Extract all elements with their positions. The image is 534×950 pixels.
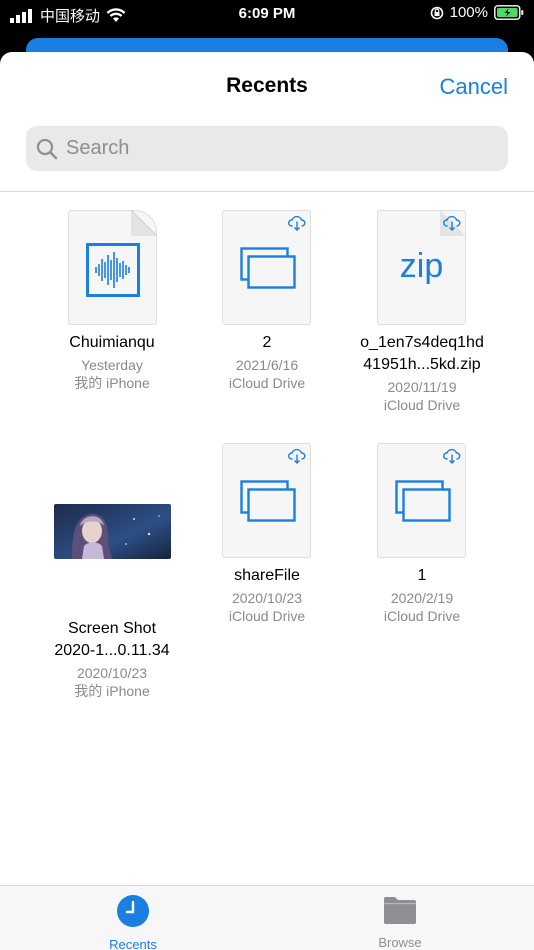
file-item-sharefile[interactable]: shareFile 2020/10/23 iCloud Drive	[187, 443, 347, 633]
status-right: 100%	[430, 4, 524, 21]
cloud-download-icon[interactable]	[288, 448, 306, 464]
tab-bar: Recents Browse	[0, 885, 534, 950]
tab-recents[interactable]: Recents	[63, 894, 203, 950]
file-name-line2: 41951h...5kd.zip	[363, 356, 481, 373]
file-item-screen-shot[interactable]: Screen Shot 2020-1...0.11.34 2020/10/23 …	[32, 442, 192, 699]
status-bar: 中国移动 6:09 PM 100%	[0, 0, 534, 28]
file-name: Screen Shot	[67, 620, 157, 637]
page-fold-icon	[131, 210, 157, 236]
file-location: 我的 iPhone	[74, 375, 150, 391]
cancel-button[interactable]: Cancel	[440, 74, 508, 100]
cloud-download-icon[interactable]	[443, 448, 461, 464]
cloud-download-icon[interactable]	[288, 215, 306, 231]
search-input[interactable]	[64, 136, 488, 161]
folder-thumbnail	[377, 443, 466, 558]
file-name: 2	[262, 334, 272, 351]
file-date: 2020/10/23	[231, 590, 303, 606]
audio-file-thumbnail	[68, 210, 157, 325]
stack-icon	[240, 480, 296, 522]
waveform-icon	[86, 243, 140, 297]
file-picker-sheet: Recents Cancel Chuim	[0, 52, 534, 950]
file-date: 2020/2/19	[390, 590, 454, 606]
zip-label: zip	[399, 247, 444, 285]
folder-thumbnail	[222, 210, 311, 325]
clock-icon	[117, 895, 149, 927]
file-date: 2021/6/16	[235, 357, 299, 373]
tab-label: Browse	[378, 935, 422, 950]
orientation-lock-icon	[430, 6, 443, 19]
search-icon	[36, 138, 58, 159]
stack-icon	[240, 247, 296, 289]
zip-file-thumbnail: zip	[377, 210, 466, 325]
folder-icon	[384, 897, 416, 924]
search-bar[interactable]	[26, 126, 508, 171]
file-name-line2: 2020-1...0.11.34	[54, 642, 170, 659]
folder-thumbnail	[222, 443, 311, 558]
tab-browse[interactable]: Browse	[330, 894, 470, 950]
file-name: o_1en7s4deq1hd	[360, 334, 484, 351]
file-item-chuimianqu[interactable]: Chuimianqu Yesterday 我的 iPhone	[32, 210, 192, 400]
file-name: shareFile	[234, 567, 300, 584]
file-location: iCloud Drive	[383, 397, 461, 413]
file-item-1[interactable]: 1 2020/2/19 iCloud Drive	[342, 443, 502, 633]
stack-icon	[395, 480, 451, 522]
file-location: iCloud Drive	[228, 608, 306, 624]
file-location: iCloud Drive	[228, 375, 306, 391]
tab-label: Recents	[109, 937, 157, 950]
file-item-2[interactable]: 2 2021/6/16 iCloud Drive	[187, 210, 347, 400]
file-date: Yesterday	[81, 357, 143, 373]
battery-percent: 100%	[449, 4, 488, 21]
file-name: 1	[417, 567, 427, 584]
file-name: Chuimianqu	[69, 334, 155, 351]
file-item-zip[interactable]: zip o_1en7s4deq1hd 41951h...5kd.zip 2020…	[342, 210, 502, 425]
file-location: 我的 iPhone	[74, 683, 150, 699]
file-date: 2020/11/19	[387, 379, 457, 395]
file-date: 2020/10/23	[76, 665, 148, 681]
divider	[0, 191, 534, 192]
battery-charging-icon	[494, 5, 524, 20]
cloud-download-icon[interactable]	[443, 215, 461, 231]
file-location: iCloud Drive	[383, 608, 461, 624]
screenshot-thumbnail	[54, 504, 171, 559]
